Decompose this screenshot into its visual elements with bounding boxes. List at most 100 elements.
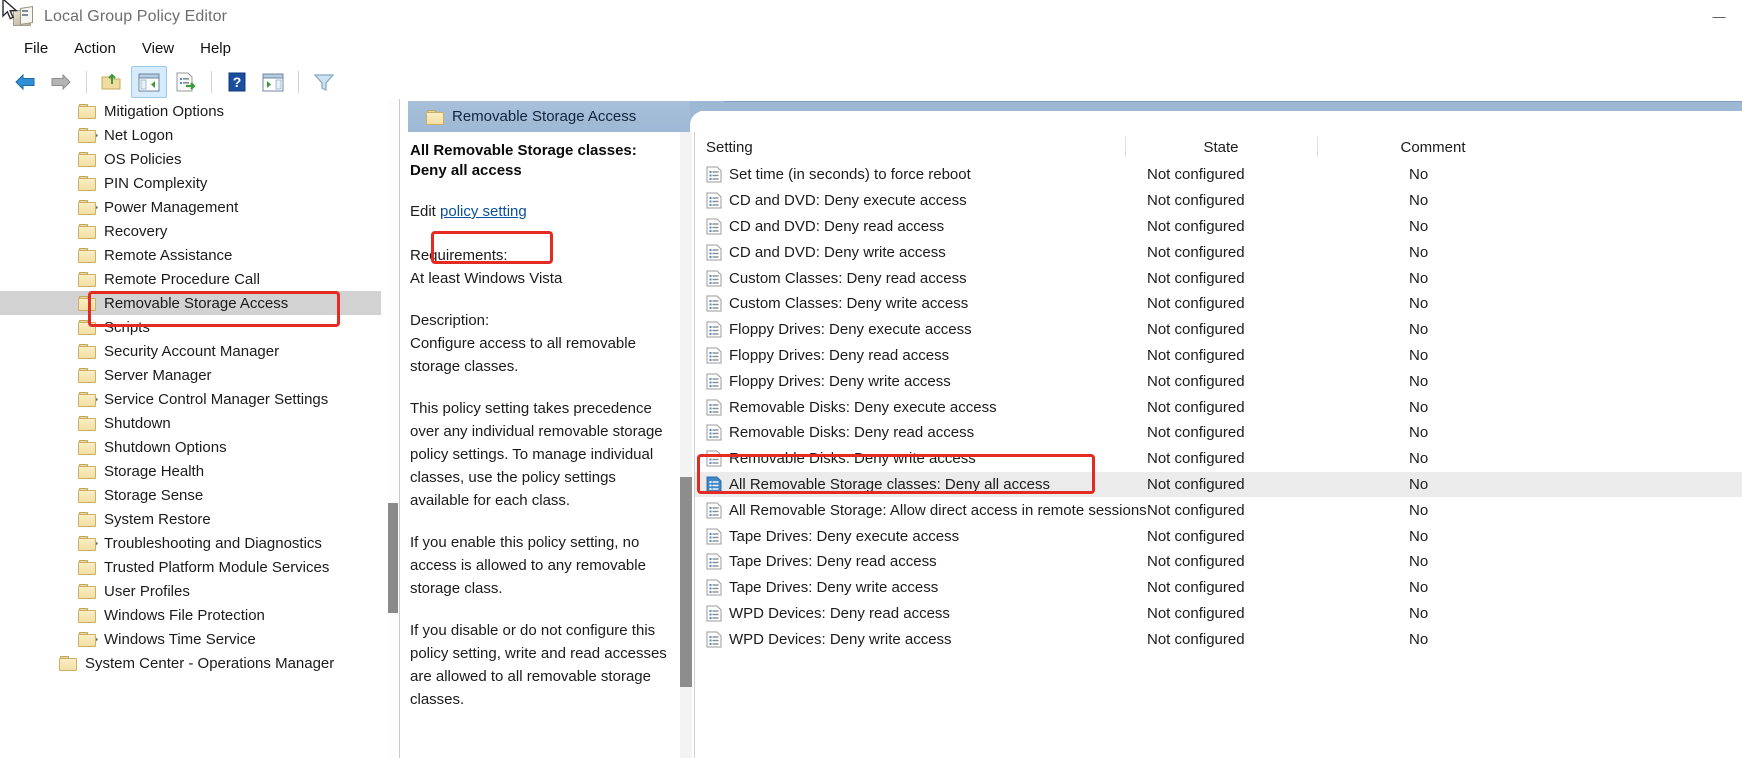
column-header-comment[interactable]: Comment <box>1343 139 1523 156</box>
export-list-button[interactable] <box>169 67 203 97</box>
cell-setting: CD and DVD: Deny read access <box>729 218 944 235</box>
table-row[interactable]: Custom Classes: Deny write accessNot con… <box>695 291 1742 317</box>
filter-button[interactable] <box>307 67 341 97</box>
tree-item-service-control-manager-settings[interactable]: Service Control Manager Settings <box>0 387 381 411</box>
table-row[interactable]: Removable Disks: Deny write accessNot co… <box>695 446 1742 472</box>
table-row[interactable]: Tape Drives: Deny execute accessNot conf… <box>695 523 1742 549</box>
toolbar-separator-2 <box>211 71 212 93</box>
column-divider-2[interactable] <box>1317 137 1318 157</box>
table-row[interactable]: Removable Disks: Deny execute accessNot … <box>695 394 1742 420</box>
help-button[interactable]: ? <box>220 67 254 97</box>
folder-icon <box>78 200 95 214</box>
menu-item-help[interactable]: Help <box>188 37 243 60</box>
tree-item-label: Removable Storage Access <box>104 295 288 312</box>
tree-scrollbar-track[interactable] <box>388 99 398 758</box>
policy-setting-icon <box>706 166 722 183</box>
column-divider-1[interactable] <box>1125 137 1126 157</box>
tree-item-pin-complexity[interactable]: PIN Complexity <box>0 171 381 195</box>
policy-title: All Removable Storage classes: Deny all … <box>410 141 676 181</box>
tree-item-remote-procedure-call[interactable]: Remote Procedure Call <box>0 267 381 291</box>
menu-item-view[interactable]: View <box>130 37 186 60</box>
cell-setting: Removable Disks: Deny execute access <box>729 399 997 416</box>
requirements-heading: Requirements: <box>410 244 676 267</box>
tree-item-shutdown-options[interactable]: Shutdown Options <box>0 435 381 459</box>
table-row[interactable]: WPD Devices: Deny write accessNot config… <box>695 626 1742 652</box>
tab-label: Removable Storage Access <box>452 108 636 125</box>
tree-item-mitigation-options[interactable]: Mitigation Options <box>0 99 381 123</box>
cell-state: Not configured <box>1147 605 1245 622</box>
show-hide-action-pane-button[interactable] <box>256 67 290 97</box>
tree-item-recovery[interactable]: Recovery <box>0 219 381 243</box>
tree-item-troubleshooting-and-diagnostics[interactable]: Troubleshooting and Diagnostics <box>0 531 381 555</box>
cell-setting: Removable Disks: Deny read access <box>729 424 974 441</box>
table-row[interactable]: CD and DVD: Deny write accessNot configu… <box>695 239 1742 265</box>
tree-item-storage-sense[interactable]: Storage Sense <box>0 483 381 507</box>
tree-item-server-manager[interactable]: Server Manager <box>0 363 381 387</box>
tree-item-label: Scripts <box>104 319 150 336</box>
cell-comment: No <box>1409 502 1428 519</box>
column-header-setting[interactable]: Setting <box>706 139 753 156</box>
column-header-state[interactable]: State <box>1131 139 1311 156</box>
cell-comment: No <box>1409 528 1428 545</box>
table-row[interactable]: WPD Devices: Deny read accessNot configu… <box>695 601 1742 627</box>
tree-item-windows-file-protection[interactable]: Windows File Protection <box>0 603 381 627</box>
table-row[interactable]: Removable Disks: Deny read accessNot con… <box>695 420 1742 446</box>
tree-item-net-logon[interactable]: Net Logon <box>0 123 381 147</box>
description-scrollbar-thumb[interactable] <box>680 477 692 687</box>
menu-item-file[interactable]: File <box>12 37 60 60</box>
tree-item-scripts[interactable]: Scripts <box>0 315 381 339</box>
table-row[interactable]: Set time (in seconds) to force rebootNot… <box>695 162 1742 188</box>
toolbar: ? <box>0 64 1742 101</box>
table-row[interactable]: Floppy Drives: Deny read accessNot confi… <box>695 343 1742 369</box>
tree-item-label: Windows Time Service <box>104 631 256 648</box>
description-paragraph-2: This policy setting takes precedence ove… <box>410 397 676 512</box>
policy-setting-link[interactable]: policy setting <box>440 203 527 220</box>
table-row[interactable]: Floppy Drives: Deny execute accessNot co… <box>695 317 1742 343</box>
settings-list-pane: Setting State Comment Set time (in secon… <box>695 132 1742 758</box>
tree-item-power-management[interactable]: Power Management <box>0 195 381 219</box>
tree-item-trusted-platform-module-services[interactable]: Trusted Platform Module Services <box>0 555 381 579</box>
table-row[interactable]: Custom Classes: Deny read accessNot conf… <box>695 265 1742 291</box>
table-row[interactable]: Tape Drives: Deny write accessNot config… <box>695 575 1742 601</box>
table-row[interactable]: Floppy Drives: Deny write accessNot conf… <box>695 368 1742 394</box>
back-button[interactable] <box>8 67 42 97</box>
tree-item-remote-assistance[interactable]: Remote Assistance <box>0 243 381 267</box>
cell-setting: All Removable Storage: Allow direct acce… <box>729 502 1147 519</box>
local-group-policy-editor-window: Local Group Policy Editor — File Action … <box>0 0 1742 758</box>
tree-scrollbar-thumb[interactable] <box>388 503 398 613</box>
cell-setting: Tape Drives: Deny execute access <box>729 528 959 545</box>
cell-state: Not configured <box>1147 218 1245 235</box>
menu-item-action[interactable]: Action <box>62 37 128 60</box>
tree-item-system-center-operations-manager[interactable]: System Center - Operations Manager <box>0 651 381 675</box>
cell-state: Not configured <box>1147 579 1245 596</box>
cell-comment: No <box>1409 553 1428 570</box>
group-policy-editor-icon <box>12 7 34 27</box>
tree-item-user-profiles[interactable]: User Profiles <box>0 579 381 603</box>
tree-item-storage-health[interactable]: Storage Health <box>0 459 381 483</box>
forward-button[interactable] <box>44 67 78 97</box>
minimize-button[interactable]: — <box>1696 0 1742 33</box>
folder-icon <box>78 560 95 574</box>
policy-setting-icon <box>706 424 722 441</box>
tab-removable-storage-access[interactable]: Removable Storage Access <box>408 101 708 132</box>
cell-comment: No <box>1409 192 1428 209</box>
cell-setting: Tape Drives: Deny read access <box>729 553 937 570</box>
tree-item-removable-storage-access[interactable]: Removable Storage Access <box>0 291 381 315</box>
tree-item-os-policies[interactable]: OS Policies <box>0 147 381 171</box>
cell-comment: No <box>1409 424 1428 441</box>
table-row[interactable]: CD and DVD: Deny read access Not configur… <box>695 214 1742 240</box>
show-hide-console-tree-button[interactable] <box>131 66 167 98</box>
cell-setting: Custom Classes: Deny write access <box>729 295 968 312</box>
table-row[interactable]: All Removable Storage: Allow direct acce… <box>695 497 1742 523</box>
tree-item-shutdown[interactable]: Shutdown <box>0 411 381 435</box>
tree-item-windows-time-service[interactable]: Windows Time Service <box>0 627 381 651</box>
table-row[interactable]: Tape Drives: Deny read accessNot configu… <box>695 549 1742 575</box>
tree-item-security-account-manager[interactable]: Security Account Manager <box>0 339 381 363</box>
folder-icon <box>78 536 95 550</box>
tree-item-system-restore[interactable]: System Restore <box>0 507 381 531</box>
table-row[interactable]: All Removable Storage classes: Deny all … <box>695 472 1742 498</box>
cell-state: Not configured <box>1147 476 1245 493</box>
up-one-level-button[interactable] <box>95 67 129 97</box>
folder-icon <box>78 320 95 334</box>
table-row[interactable]: CD and DVD: Deny execute accessNot confi… <box>695 188 1742 214</box>
